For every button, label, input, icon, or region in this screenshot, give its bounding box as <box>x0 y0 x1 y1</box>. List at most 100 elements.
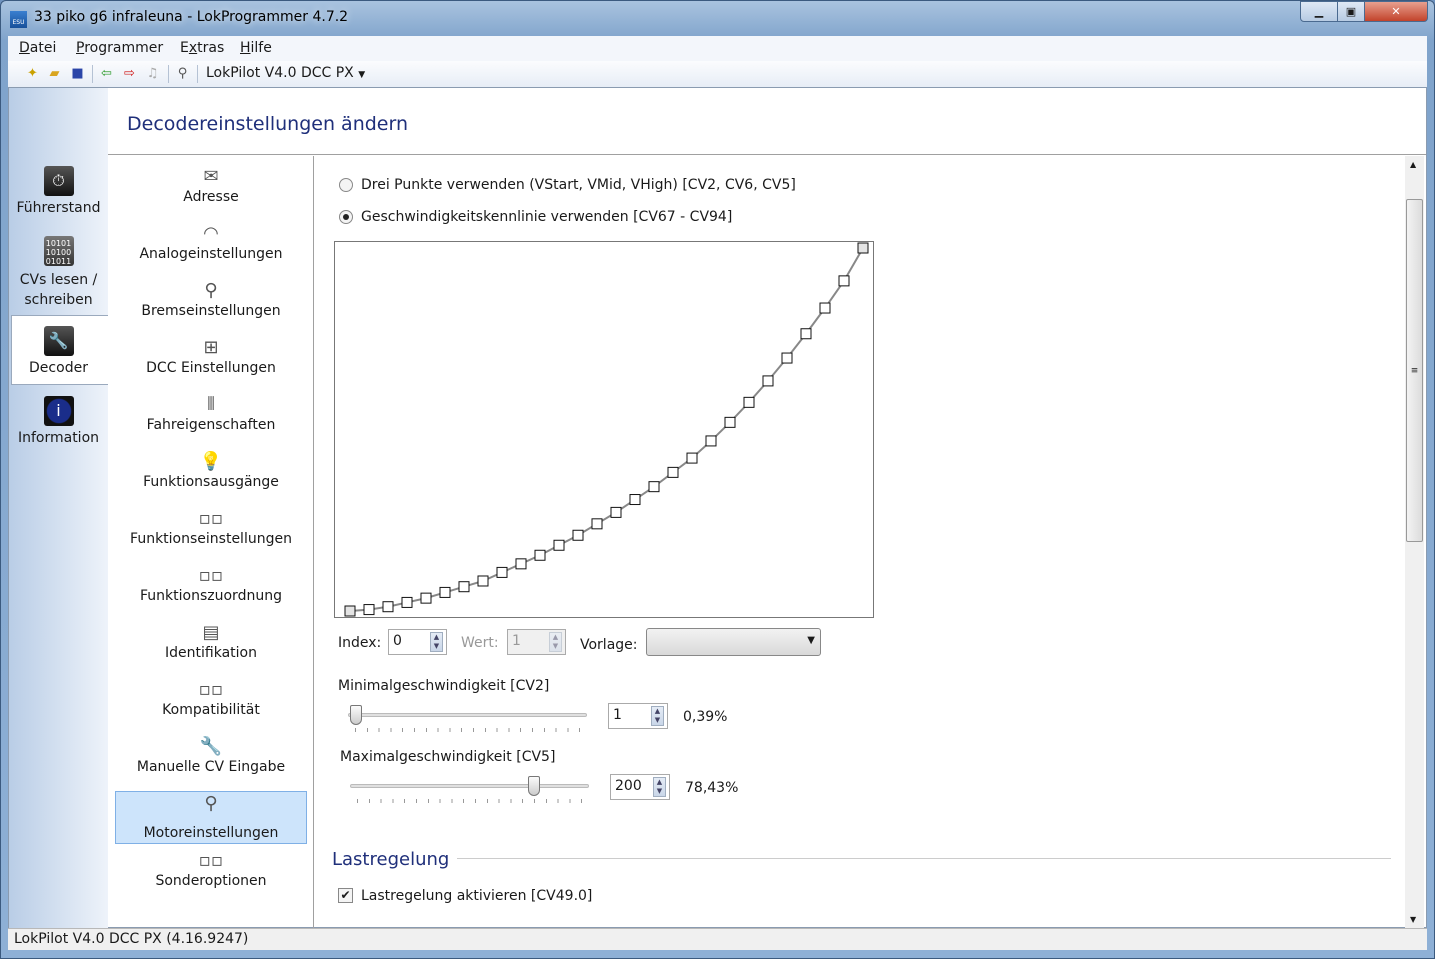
category-label: Kompatibilität <box>162 702 260 718</box>
curve-point[interactable] <box>667 466 679 478</box>
minimize-button[interactable]: ▁ <box>1300 1 1338 22</box>
maximize-button[interactable]: ▣ <box>1337 1 1365 22</box>
category-item[interactable]: ▫▫ Sonderoptionen <box>115 849 307 901</box>
stepper-arrows-icon[interactable]: ▲ ▼ <box>653 777 666 797</box>
scroll-up-icon[interactable]: ▲ <box>1410 160 1416 169</box>
curve-point[interactable] <box>496 566 508 578</box>
min-speed-label: Minimalgeschwindigkeit [CV2] <box>338 678 550 694</box>
min-speed-stepper[interactable]: 1 ▲ ▼ <box>608 703 668 729</box>
three-points-radio[interactable] <box>339 178 353 192</box>
curve-point[interactable] <box>610 506 622 518</box>
max-speed-stepper[interactable]: 200 ▲ ▼ <box>610 774 670 800</box>
category-label: Adresse <box>183 189 239 205</box>
category-label: Identifikation <box>165 645 257 661</box>
max-speed-slider[interactable] <box>350 784 589 788</box>
open-folder-icon[interactable]: ▰ <box>46 65 63 82</box>
curve-point[interactable] <box>648 481 660 493</box>
max-speed-slider-thumb[interactable] <box>528 776 541 796</box>
curve-point[interactable] <box>515 558 527 570</box>
scroll-down-icon[interactable]: ▼ <box>1410 915 1416 924</box>
wert-stepper[interactable]: 1 ▲ ▼ <box>507 629 566 655</box>
curve-point[interactable] <box>458 581 470 593</box>
curve-point[interactable] <box>363 604 375 616</box>
curve-point[interactable] <box>724 416 736 428</box>
category-icon: ⊞ <box>203 337 219 358</box>
curve-point[interactable] <box>629 494 641 506</box>
sound-icon[interactable]: ♫ <box>144 65 161 82</box>
curve-point[interactable] <box>420 592 432 604</box>
category-item[interactable]: ▫▫ Funktionseinstellungen <box>115 507 307 559</box>
save-icon[interactable]: ■ <box>69 65 86 82</box>
curve-point[interactable] <box>591 518 603 530</box>
vorlage-dropdown[interactable]: ▼ <box>646 628 821 656</box>
device-dropdown[interactable]: LokPilot V4.0 DCC PX ▼ <box>206 65 365 81</box>
category-item[interactable]: ⚲ Bremseinstellungen <box>115 279 307 331</box>
category-label: DCC Einstellungen <box>146 360 276 376</box>
nav-item-information[interactable]: i Information <box>9 396 108 446</box>
speed-curve-chart[interactable] <box>334 241 874 618</box>
page-title: Decodereinstellungen ändern <box>127 113 409 135</box>
binary-icon: 10101 10100 01011 <box>43 236 74 266</box>
curve-point[interactable] <box>477 575 489 587</box>
menu-programmer[interactable]: Programmer <box>76 40 163 56</box>
max-speed-label: Maximalgeschwindigkeit [CV5] <box>340 749 556 765</box>
min-speed-slider[interactable] <box>348 713 587 717</box>
programmer-icon[interactable]: ⚲ <box>174 65 191 82</box>
new-icon[interactable]: ✦ <box>24 65 41 82</box>
import-icon[interactable]: ⇦ <box>98 65 115 82</box>
category-icon: ⚲ <box>204 280 218 301</box>
curve-point[interactable] <box>572 529 584 541</box>
curve-point[interactable] <box>743 396 755 408</box>
category-icon: ▫▫ <box>198 679 224 700</box>
three-points-label: Drei Punkte verwenden (VStart, VMid, VHi… <box>361 177 796 193</box>
category-item[interactable]: ▫▫ Kompatibilität <box>115 678 307 730</box>
menu-hilfe[interactable]: Hilfe <box>240 40 272 56</box>
index-label: Index: <box>338 635 382 651</box>
category-label: Funktionsausgänge <box>143 474 279 490</box>
category-item[interactable]: ⚲ Motoreinstellungen <box>115 791 307 844</box>
curve-point[interactable] <box>401 596 413 608</box>
scroll-thumb[interactable]: ≡ <box>1406 199 1423 542</box>
stepper-arrows-icon[interactable]: ▲ ▼ <box>549 632 562 652</box>
category-item[interactable]: ⫴ Fahreigenschaften <box>115 393 307 445</box>
curve-point[interactable] <box>857 242 869 254</box>
curve-point[interactable] <box>686 452 698 464</box>
nav-item-cvs[interactable]: 10101 10100 01011 CVs lesen / schreiben <box>9 236 108 310</box>
speed-curve-radio[interactable] <box>339 210 353 224</box>
category-item[interactable]: ▤ Identifikation <box>115 621 307 673</box>
category-item[interactable]: 💡 Funktionsausgänge <box>115 450 307 502</box>
curve-point[interactable] <box>781 352 793 364</box>
nav-item-fuehrerstand[interactable]: ⏱ Führerstand <box>9 166 108 216</box>
category-item[interactable]: ✉ Adresse <box>115 165 307 217</box>
category-label: Analogeinstellungen <box>139 246 283 262</box>
min-speed-slider-thumb[interactable] <box>349 705 362 725</box>
curve-point[interactable] <box>553 539 565 551</box>
load-control-checkbox[interactable]: ✔ <box>338 888 353 903</box>
index-stepper[interactable]: 0 ▲ ▼ <box>388 629 447 655</box>
menu-datei[interactable]: Datei <box>19 40 56 56</box>
stepper-arrows-icon[interactable]: ▲ ▼ <box>651 706 664 726</box>
export-icon[interactable]: ⇨ <box>121 65 138 82</box>
curve-point[interactable] <box>705 435 717 447</box>
category-item[interactable]: ◠ Analogeinstellungen <box>115 222 307 274</box>
category-item[interactable]: ▫▫ Funktionszuordnung <box>115 564 307 616</box>
curve-point[interactable] <box>439 586 451 598</box>
curve-point[interactable] <box>344 605 356 617</box>
toolbar-separator <box>168 65 169 83</box>
category-item[interactable]: 🔧 Manuelle CV Eingabe <box>115 735 307 787</box>
curve-point[interactable] <box>382 601 394 613</box>
close-button[interactable]: ✕ <box>1364 1 1428 22</box>
nav-item-decoder[interactable]: 🔧 Decoder <box>9 326 108 376</box>
category-item[interactable]: ⊞ DCC Einstellungen <box>115 336 307 388</box>
category-label: Motoreinstellungen <box>143 825 279 841</box>
device-label: LokPilot V4.0 DCC PX <box>206 65 354 81</box>
curve-point[interactable] <box>800 328 812 340</box>
curve-point[interactable] <box>534 549 546 561</box>
curve-point[interactable] <box>838 275 850 287</box>
menu-extras[interactable]: Extras <box>180 40 224 56</box>
vertical-scrollbar[interactable]: ▲ ≡ ▼ <box>1405 156 1424 928</box>
stepper-arrows-icon[interactable]: ▲ ▼ <box>430 632 443 652</box>
toolbar-separator <box>197 65 198 83</box>
curve-point[interactable] <box>819 302 831 314</box>
curve-point[interactable] <box>762 375 774 387</box>
